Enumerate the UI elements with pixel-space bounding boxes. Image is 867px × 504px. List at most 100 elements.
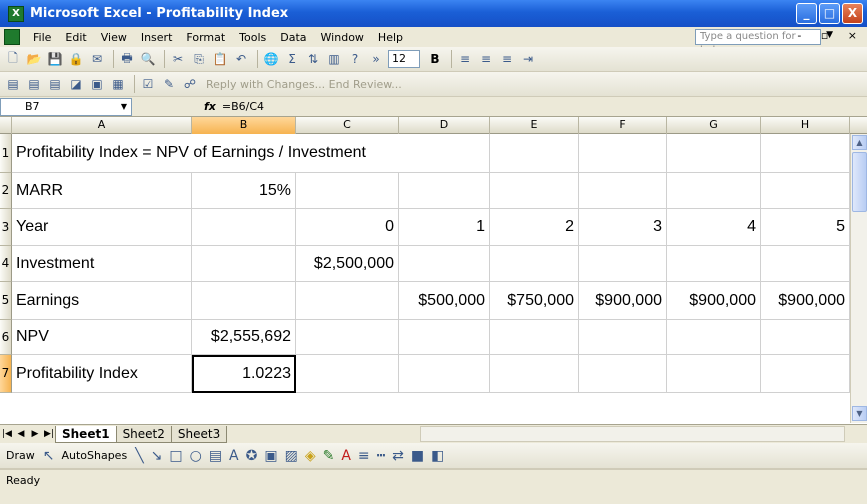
cell-f4[interactable] bbox=[579, 246, 667, 282]
row-header-4[interactable]: 4 bbox=[0, 246, 12, 282]
cell-a4[interactable]: Investment bbox=[12, 246, 192, 282]
cell-c6[interactable] bbox=[296, 320, 399, 355]
column-header-h[interactable]: H bbox=[761, 117, 850, 134]
formula-input[interactable]: =B6/C4 bbox=[222, 100, 264, 113]
cell-f6[interactable] bbox=[579, 320, 667, 355]
help-icon[interactable]: ? bbox=[346, 50, 364, 68]
row-header-6[interactable]: 6 bbox=[0, 320, 12, 355]
shadow-icon[interactable]: ■ bbox=[411, 448, 424, 464]
cell-a2[interactable]: MARR bbox=[12, 173, 192, 209]
cell-a5[interactable]: Earnings bbox=[12, 282, 192, 320]
cell-a3[interactable]: Year bbox=[12, 209, 192, 246]
fill-color-icon[interactable]: ◈ bbox=[305, 448, 316, 464]
hyperlink-icon[interactable]: 🌐 bbox=[262, 50, 280, 68]
cell-h5[interactable]: $900,000 bbox=[761, 282, 850, 320]
cell-f5[interactable]: $900,000 bbox=[579, 282, 667, 320]
column-header-c[interactable]: C bbox=[296, 117, 399, 134]
cell-h6[interactable] bbox=[761, 320, 850, 355]
cell-c4[interactable]: $2,500,000 bbox=[296, 246, 399, 282]
toolbar-options-icon[interactable]: » bbox=[367, 50, 385, 68]
font-color-icon[interactable]: A bbox=[341, 448, 351, 464]
menu-edit[interactable]: Edit bbox=[58, 31, 93, 44]
cell-e6[interactable] bbox=[490, 320, 579, 355]
email-icon[interactable]: ✉ bbox=[88, 50, 106, 68]
scroll-up-icon[interactable]: ▲ bbox=[852, 135, 867, 150]
sort-ascending-icon[interactable]: ⇅ bbox=[304, 50, 322, 68]
save-icon[interactable]: 💾 bbox=[46, 50, 64, 68]
cell-d4[interactable] bbox=[399, 246, 490, 282]
cell-g1[interactable] bbox=[667, 134, 761, 173]
cut-icon[interactable]: ✂ bbox=[169, 50, 187, 68]
new-icon[interactable]: 🗋 bbox=[4, 50, 22, 68]
cell-a1[interactable]: Profitability Index = NPV of Earnings / … bbox=[12, 134, 366, 173]
close-button[interactable]: X bbox=[842, 3, 863, 24]
track-changes-icon[interactable]: ▤ bbox=[25, 75, 43, 93]
dash-style-icon[interactable]: ┅ bbox=[377, 448, 385, 464]
tab-sheet1[interactable]: Sheet1 bbox=[55, 425, 117, 443]
cell-d1[interactable] bbox=[399, 134, 490, 173]
cell-h4[interactable] bbox=[761, 246, 850, 282]
line-style-icon[interactable]: ≡ bbox=[358, 448, 370, 464]
permission-icon[interactable]: 🔒 bbox=[67, 50, 85, 68]
rectangle-icon[interactable]: □ bbox=[169, 448, 182, 464]
indent-icon[interactable]: ⇥ bbox=[519, 50, 537, 68]
cell-c2[interactable] bbox=[296, 173, 399, 209]
workbook-icon[interactable] bbox=[4, 29, 20, 45]
show-comments-icon[interactable]: ☑ bbox=[139, 75, 157, 93]
cell-h1[interactable] bbox=[761, 134, 850, 173]
cell-f2[interactable] bbox=[579, 173, 667, 209]
cell-g2[interactable] bbox=[667, 173, 761, 209]
cell-h7[interactable] bbox=[761, 355, 850, 393]
cell-f7[interactable] bbox=[579, 355, 667, 393]
picture-icon[interactable]: ▨ bbox=[285, 448, 298, 464]
cell-e1[interactable] bbox=[490, 134, 579, 173]
cell-g5[interactable]: $900,000 bbox=[667, 282, 761, 320]
cell-g7[interactable] bbox=[667, 355, 761, 393]
row-header-5[interactable]: 5 bbox=[0, 282, 12, 320]
copy-icon[interactable]: ⎘ bbox=[190, 50, 208, 68]
cell-c7[interactable] bbox=[296, 355, 399, 393]
cell-c3[interactable]: 0 bbox=[296, 209, 399, 246]
row-header-1[interactable]: 1 bbox=[0, 134, 12, 173]
vertical-scrollbar[interactable]: ▲ ▼ bbox=[850, 134, 867, 423]
arrow-style-icon[interactable]: ⇄ bbox=[392, 448, 404, 464]
cell-e4[interactable] bbox=[490, 246, 579, 282]
last-sheet-icon[interactable]: ▶| bbox=[42, 429, 56, 439]
name-box[interactable]: B7 ▼ bbox=[0, 97, 132, 116]
menu-data[interactable]: Data bbox=[273, 31, 313, 44]
align-center-icon[interactable]: ≡ bbox=[477, 50, 495, 68]
menu-insert[interactable]: Insert bbox=[134, 31, 180, 44]
autoshapes-menu-button[interactable]: AutoShapes bbox=[61, 449, 127, 462]
cell-g3[interactable]: 4 bbox=[667, 209, 761, 246]
cell-c1[interactable] bbox=[296, 134, 399, 173]
textbox-icon[interactable]: ▤ bbox=[209, 448, 222, 464]
cell-d2[interactable] bbox=[399, 173, 490, 209]
column-header-d[interactable]: D bbox=[399, 117, 490, 134]
document-controls[interactable]: - ▫ × bbox=[797, 29, 865, 42]
paste-icon[interactable]: 📋 bbox=[211, 50, 229, 68]
cell-b4[interactable] bbox=[192, 246, 296, 282]
cell-e5[interactable]: $750,000 bbox=[490, 282, 579, 320]
cell-a7[interactable]: Profitability Index bbox=[12, 355, 192, 393]
wordart-icon[interactable]: A bbox=[229, 448, 239, 464]
cell-f1[interactable] bbox=[579, 134, 667, 173]
align-left-icon[interactable]: ≡ bbox=[456, 50, 474, 68]
column-header-g[interactable]: G bbox=[667, 117, 761, 134]
print-preview-icon[interactable]: 🔍 bbox=[139, 50, 157, 68]
first-sheet-icon[interactable]: |◀ bbox=[0, 429, 14, 439]
compare-icon[interactable]: ▤ bbox=[4, 75, 22, 93]
scroll-down-icon[interactable]: ▼ bbox=[852, 406, 867, 421]
cell-b6[interactable]: $2,555,692 bbox=[192, 320, 296, 355]
oval-icon[interactable]: ○ bbox=[190, 448, 202, 464]
column-header-e[interactable]: E bbox=[490, 117, 579, 134]
cell-d6[interactable] bbox=[399, 320, 490, 355]
menu-format[interactable]: Format bbox=[179, 31, 232, 44]
column-header-a[interactable]: A bbox=[12, 117, 192, 134]
cell-c5[interactable] bbox=[296, 282, 399, 320]
menu-help[interactable]: Help bbox=[371, 31, 410, 44]
cell-b7-active[interactable]: 1.0223 bbox=[192, 355, 296, 393]
menu-view[interactable]: View bbox=[94, 31, 134, 44]
reviewing-pane-icon[interactable]: ☍ bbox=[181, 75, 199, 93]
cell-d5[interactable]: $500,000 bbox=[399, 282, 490, 320]
undo-icon[interactable]: ↶ bbox=[232, 50, 250, 68]
